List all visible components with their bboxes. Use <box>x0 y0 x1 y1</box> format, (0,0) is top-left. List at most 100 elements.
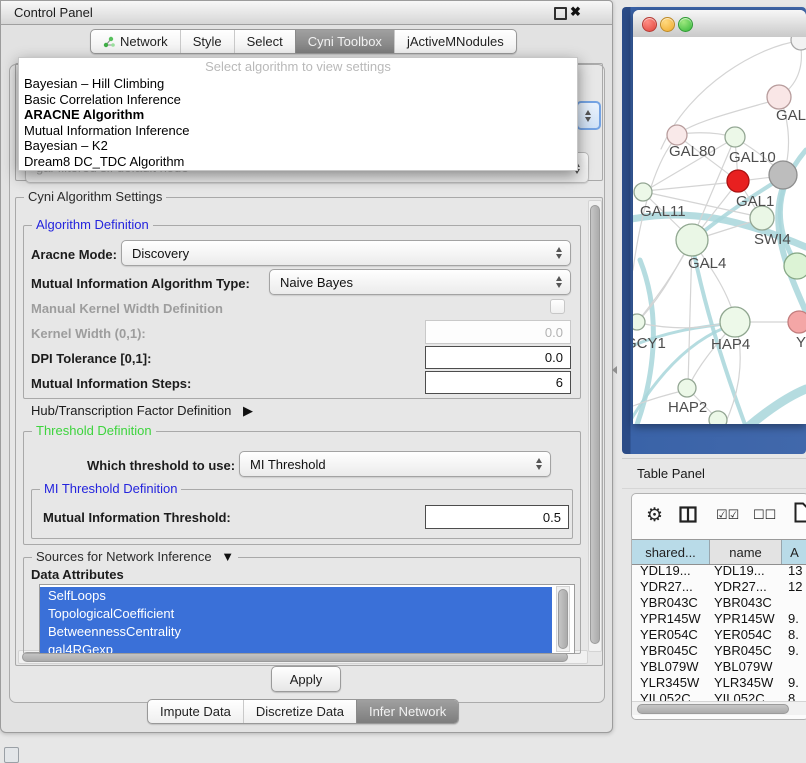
table-row[interactable]: YER054CYER054C8. <box>632 627 806 643</box>
algorithm-option-mutual-information-inference[interactable]: Mutual Information Inference <box>19 123 577 139</box>
sources-title-text: Sources for Network Inference <box>36 549 212 564</box>
control-panel-title: Control Panel <box>14 5 93 20</box>
algorithm-option-bayesian-k2[interactable]: Bayesian – K2 <box>19 138 577 154</box>
table-row[interactable]: YBR045CYBR045C9. <box>632 643 806 659</box>
attribute-item-betweennesscentrality[interactable]: BetweennessCentrality <box>40 623 552 641</box>
table-row[interactable]: YDL19...YDL19...13 <box>632 563 806 579</box>
network-node[interactable] <box>676 224 708 256</box>
tab-jactivemnodules[interactable]: jActiveMNodules <box>394 30 516 53</box>
collapsed-panel-icon[interactable] <box>4 747 19 763</box>
hide-all-columns-icon[interactable]: ☐☐ <box>753 507 776 523</box>
panel-splitter-handle[interactable] <box>612 366 617 374</box>
minimize-window-icon[interactable] <box>660 17 675 32</box>
attributes-vscrollbar-thumb[interactable] <box>558 589 568 649</box>
table-cell: YDL19... <box>714 563 784 579</box>
collapse-down-icon[interactable]: ▼ <box>221 549 234 564</box>
tab-discretize-data[interactable]: Discretize Data <box>243 700 356 723</box>
column-header-shared[interactable]: shared... <box>632 540 710 564</box>
network-window[interactable]: GALGAL80GAL10GAL11GAL1SWI4GAL4GCY1HAP4YH… <box>633 10 806 424</box>
table-row[interactable]: YPR145WYPR145W9. <box>632 611 806 627</box>
tab-network[interactable]: Network <box>91 30 180 53</box>
tab-label: Discretize Data <box>256 704 344 719</box>
node-label-hap2: HAP2 <box>668 399 707 416</box>
attribute-item-gal4rgexp[interactable]: gal4RGexp <box>40 641 552 654</box>
settings-vscrollbar-thumb[interactable] <box>590 205 600 644</box>
tab-impute-data[interactable]: Impute Data <box>148 700 243 723</box>
table-hscrollbar[interactable] <box>632 701 806 715</box>
tab-infer-network[interactable]: Infer Network <box>356 700 458 723</box>
tab-label: Cyni Toolbox <box>308 34 382 49</box>
unchecked-box-icon: ☐ <box>753 507 765 522</box>
algorithm-option-basic-correlation-inference[interactable]: Basic Correlation Inference <box>19 92 577 108</box>
table-row[interactable]: YBR043CYBR043C <box>632 595 806 611</box>
attributes-vscrollbar[interactable] <box>556 586 570 652</box>
network-node[interactable] <box>727 170 749 192</box>
attribute-item-topologicalcoefficient[interactable]: TopologicalCoefficient <box>40 605 552 623</box>
network-node[interactable] <box>788 311 806 333</box>
tab-label: Impute Data <box>160 704 231 719</box>
close-icon[interactable]: ✖ <box>570 4 581 20</box>
tab-select[interactable]: Select <box>234 30 295 53</box>
zoom-window-icon[interactable] <box>678 17 693 32</box>
which-threshold-combo[interactable]: MI Threshold <box>239 451 551 477</box>
sources-group-title[interactable]: Sources for Network Inference ▼ <box>32 549 238 564</box>
network-node[interactable] <box>725 127 745 147</box>
hub-definition-expander[interactable]: Hub/Transcription Factor Definition ▶ <box>31 403 253 419</box>
mi-threshold-label: Mutual Information Threshold: <box>43 510 231 525</box>
node-label-gcy1: GCY1 <box>633 335 666 352</box>
attribute-item-selfloops[interactable]: SelfLoops <box>40 587 552 605</box>
network-icon <box>103 36 115 48</box>
table-row[interactable]: YBL079WYBL079W <box>632 659 806 675</box>
dpi-tolerance-value: 0.0 <box>545 350 563 365</box>
bottom-tabs: Impute Data Discretize Data Infer Network <box>147 699 459 724</box>
network-node[interactable] <box>720 307 750 337</box>
close-window-icon[interactable] <box>642 17 657 32</box>
network-node[interactable] <box>667 125 687 145</box>
algorithm-option-dream8-dc-tdc-algorithm[interactable]: Dream8 DC_TDC Algorithm <box>19 154 577 170</box>
node-label-gal11: GAL11 <box>640 203 686 220</box>
new-table-icon[interactable] <box>794 502 806 523</box>
data-attributes-list[interactable]: SelfLoopsTopologicalCoefficientBetweenne… <box>39 584 575 654</box>
tab-cyni-toolbox[interactable]: Cyni Toolbox <box>295 30 394 53</box>
apply-button[interactable]: Apply <box>271 666 341 692</box>
network-node[interactable] <box>767 85 791 109</box>
float-window-icon[interactable] <box>554 7 567 20</box>
network-node[interactable] <box>678 379 696 397</box>
network-node[interactable] <box>791 37 806 50</box>
network-node[interactable] <box>634 183 652 201</box>
gear-icon[interactable]: ⚙ <box>646 504 663 527</box>
mi-steps-field[interactable]: 6 <box>425 371 571 394</box>
algorithm-option-aracne-algorithm[interactable]: ARACNE Algorithm <box>19 107 577 123</box>
mi-type-combo[interactable]: Naive Bayes <box>269 269 571 295</box>
table-cell <box>788 595 806 611</box>
tab-label: Infer Network <box>369 704 446 719</box>
settings-vscrollbar[interactable] <box>588 200 602 652</box>
dpi-tolerance-field[interactable]: 0.0 <box>425 346 571 369</box>
hub-definition-label: Hub/Transcription Factor Definition <box>31 403 231 418</box>
network-node[interactable] <box>784 253 806 279</box>
network-node[interactable] <box>709 411 727 424</box>
table-row[interactable]: YLR345WYLR345W9. <box>632 675 806 691</box>
show-all-columns-icon[interactable]: ☑☑ <box>716 507 739 523</box>
algorithm-combo-arrow[interactable] <box>576 101 601 130</box>
expand-right-icon[interactable]: ▶ <box>243 403 253 418</box>
kernel-width-field[interactable]: 0.0 <box>425 320 571 344</box>
split-columns-icon[interactable] <box>679 506 697 523</box>
column-header-name[interactable]: name <box>710 540 782 564</box>
node-label-gal80: GAL80 <box>669 143 716 160</box>
table-row[interactable]: YDR27...YDR27...12 <box>632 579 806 595</box>
mi-threshold-field[interactable]: 0.5 <box>425 505 569 529</box>
network-window-titlebar[interactable] <box>633 10 806 38</box>
column-header-a[interactable]: A <box>782 540 806 564</box>
table-hscrollbar-thumb[interactable] <box>637 704 789 714</box>
mi-threshold-group-title: MI Threshold Definition <box>40 481 181 496</box>
algorithm-option-bayesian-hill-climbing[interactable]: Bayesian – Hill Climbing <box>19 76 577 92</box>
kernel-width-value: 0.0 <box>545 325 563 340</box>
control-panel-titlebar[interactable]: Control Panel ✖ <box>1 1 612 25</box>
network-node[interactable] <box>633 314 645 330</box>
checked-box-icon: ☑ <box>716 507 728 522</box>
tab-style[interactable]: Style <box>180 30 234 53</box>
manual-kernel-checkbox[interactable] <box>550 299 565 314</box>
aracne-mode-combo[interactable]: Discovery <box>121 240 571 266</box>
network-canvas[interactable]: GALGAL80GAL10GAL11GAL1SWI4GAL4GCY1HAP4YH… <box>633 37 806 424</box>
